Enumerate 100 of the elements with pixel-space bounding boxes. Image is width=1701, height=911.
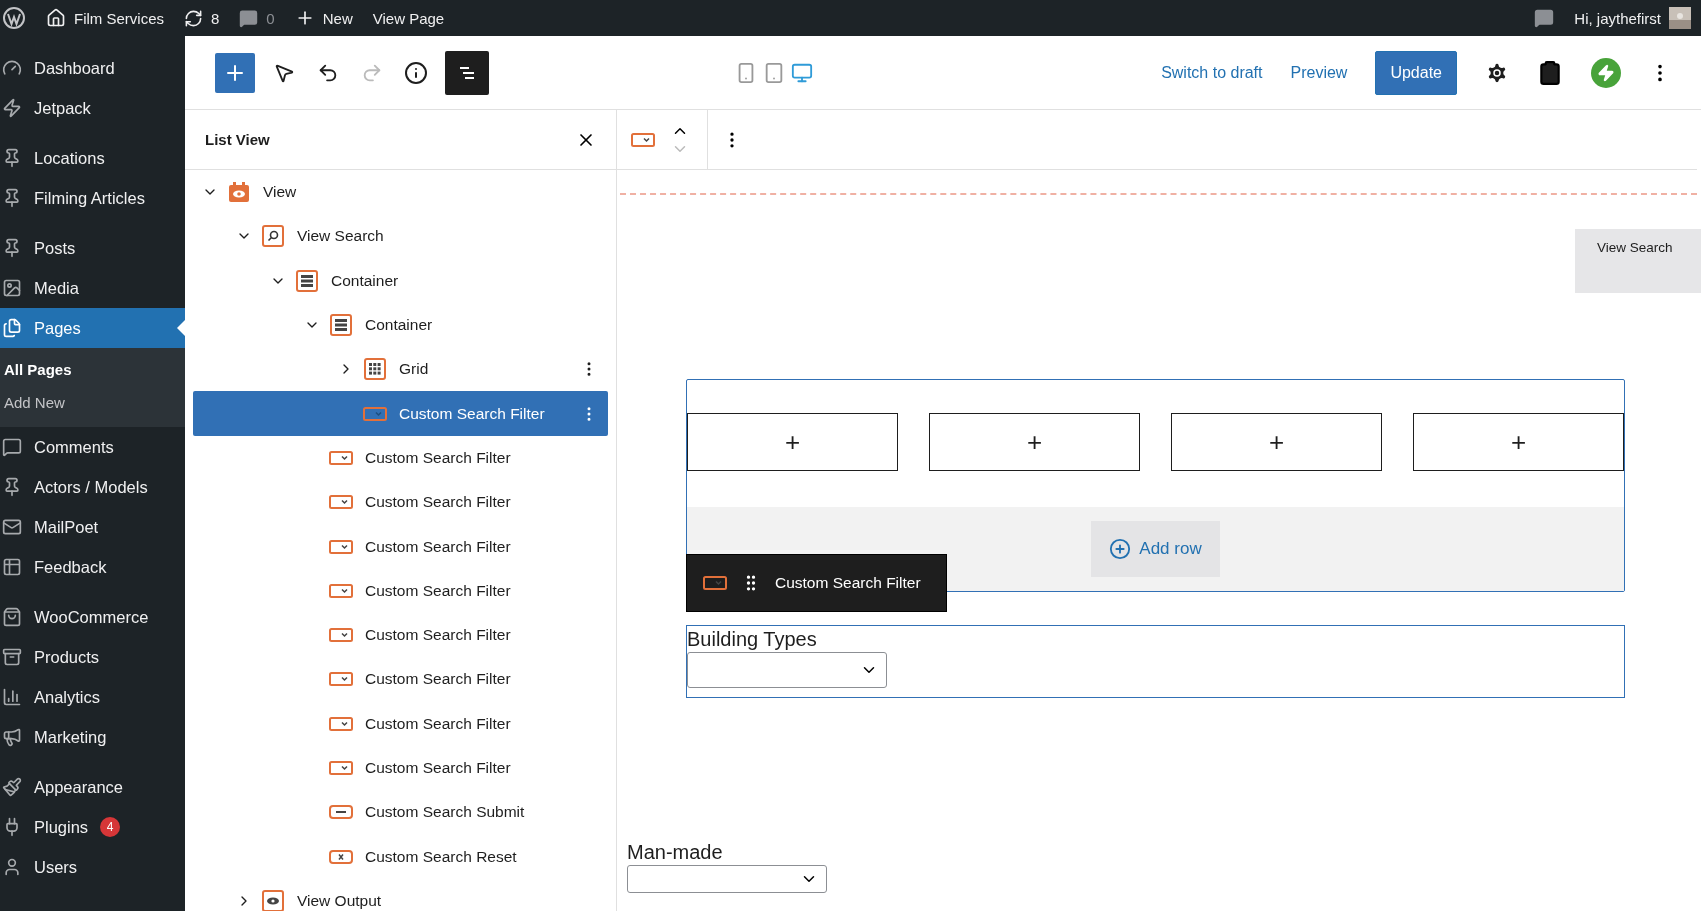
- bolt-badge-icon[interactable]: [1591, 57, 1621, 88]
- add-row-button[interactable]: Add row: [1091, 521, 1220, 577]
- greeting[interactable]: Hi, jaythefirst: [1574, 9, 1661, 27]
- sidebar-item[interactable]: Locations: [0, 138, 185, 178]
- list-view-item[interactable]: Custom Search Filter: [193, 745, 608, 791]
- filter-block[interactable]: Building Types: [686, 625, 1625, 698]
- new-link[interactable]: New: [322, 9, 353, 27]
- sidebar-item[interactable]: Posts: [0, 228, 185, 268]
- list-view-button[interactable]: [445, 50, 489, 95]
- sidebar-item[interactable]: Feedback: [0, 547, 185, 587]
- submenu-item[interactable]: Add New: [0, 386, 185, 419]
- add-block-button[interactable]: [215, 52, 255, 93]
- sidebar-item[interactable]: Plugins 4: [0, 807, 185, 847]
- comments-icon[interactable]: [239, 8, 259, 28]
- updates-icon[interactable]: [184, 8, 203, 28]
- sidebar-item[interactable]: Analytics: [0, 677, 185, 717]
- pin-icon: [2, 477, 22, 497]
- speech-bubble-icon[interactable]: [1534, 8, 1555, 28]
- sidebar-item[interactable]: Appearance: [0, 767, 185, 807]
- archive-icon: [2, 647, 22, 667]
- media-icon: [2, 278, 22, 298]
- mail-icon: [2, 517, 22, 537]
- block-label: Custom Search Filter: [775, 574, 921, 592]
- plus-circle-icon: [1109, 538, 1132, 560]
- monitor-icon[interactable]: [791, 61, 813, 84]
- submenu-item[interactable]: All Pages: [0, 353, 185, 386]
- button-block-icon: [329, 805, 353, 820]
- list-view-item[interactable]: Custom Search Filter: [193, 568, 608, 613]
- switch-to-draft-button[interactable]: Switch to draft: [1161, 63, 1263, 82]
- sidebar-item[interactable]: Comments: [0, 427, 185, 467]
- list-view-item[interactable]: Custom Search Filter: [193, 657, 608, 702]
- sidebar-item[interactable]: Marketing: [0, 717, 185, 757]
- block-tag: View Search: [1575, 229, 1701, 293]
- list-view-item[interactable]: Container: [193, 302, 608, 348]
- bar-chart-icon: [2, 687, 22, 707]
- list-view-item[interactable]: View Search: [193, 214, 608, 259]
- dropdown-block-icon: [329, 628, 353, 643]
- view-page-link[interactable]: View Page: [372, 9, 445, 27]
- clipboard-icon[interactable]: [1537, 59, 1563, 86]
- dropdown-block-icon: [363, 406, 387, 421]
- grid-block-icon: [363, 357, 387, 382]
- sidebar-item[interactable]: MailPoet: [0, 507, 185, 547]
- list-view-item[interactable]: Container: [193, 258, 608, 303]
- update-button[interactable]: Update: [1375, 50, 1457, 95]
- dropdown-field[interactable]: [627, 865, 827, 893]
- dropdown-block-icon: [329, 583, 353, 598]
- dropdown-block-icon: [703, 576, 727, 590]
- add-block-cell[interactable]: +: [1413, 413, 1624, 471]
- pin-icon: [2, 238, 22, 258]
- sidebar-item[interactable]: Actors / Models: [0, 467, 185, 507]
- dropdown-block-icon: [329, 761, 353, 775]
- sidebar-item[interactable]: Users: [0, 847, 185, 887]
- sidebar-item[interactable]: Dashboard: [0, 48, 185, 88]
- comments-count[interactable]: 0: [266, 9, 275, 27]
- table-icon: [2, 557, 22, 577]
- megaphone-icon: [2, 727, 22, 747]
- calendar-eye-icon: [227, 180, 251, 205]
- panel-title: List View: [205, 131, 270, 148]
- list-view-item[interactable]: View Output: [193, 878, 608, 911]
- settings-icon[interactable]: [1485, 60, 1509, 85]
- add-block-cell[interactable]: +: [1171, 413, 1382, 471]
- list-view-item[interactable]: Custom Search Filter: [193, 524, 608, 569]
- wordpress-logo-icon[interactable]: [2, 6, 26, 30]
- filter-block[interactable]: Man-made: [626, 838, 1625, 894]
- pages-icon: [2, 318, 22, 338]
- list-view-item[interactable]: Custom Search Filter: [193, 612, 608, 658]
- list-view-item[interactable]: Grid: [193, 347, 608, 392]
- add-block-cell[interactable]: +: [929, 413, 1140, 471]
- list-view-item[interactable]: View: [193, 170, 608, 215]
- gauge-icon: [2, 58, 22, 78]
- stack-block-icon: [295, 268, 319, 293]
- stack-block-icon: [329, 313, 353, 338]
- pin-icon: [2, 188, 22, 208]
- dropdown-field[interactable]: [687, 652, 887, 688]
- sidebar-item[interactable]: Pages: [0, 308, 185, 348]
- list-view-item[interactable]: Custom Search Filter: [193, 701, 608, 746]
- home-icon[interactable]: [46, 8, 66, 28]
- bolt-icon: [2, 98, 22, 118]
- list-view-item[interactable]: Custom Search Submit: [193, 790, 608, 835]
- preview-button[interactable]: Preview: [1290, 63, 1348, 82]
- tablet-icon[interactable]: [763, 61, 785, 84]
- add-block-cell[interactable]: +: [687, 413, 898, 471]
- dropdown-block-icon: [329, 672, 353, 687]
- list-view-item[interactable]: Custom Search Reset: [193, 834, 608, 879]
- sidebar-item[interactable]: WooCommerce: [0, 597, 185, 637]
- updates-count[interactable]: 8: [211, 9, 220, 27]
- block-label-toolbar[interactable]: Custom Search Filter: [686, 554, 947, 612]
- site-title[interactable]: Film Services: [74, 9, 164, 27]
- sidebar-item[interactable]: Jetpack: [0, 88, 185, 128]
- filter-label: Man-made: [627, 840, 723, 865]
- speech-bubble-icon: [2, 437, 22, 457]
- sidebar-item[interactable]: Media: [0, 268, 185, 308]
- info-icon: [404, 60, 428, 85]
- sidebar-item[interactable]: Products: [0, 637, 185, 677]
- dropdown-block-icon: [329, 716, 353, 731]
- list-view-item[interactable]: Custom Search Filter: [193, 391, 608, 436]
- list-view-item[interactable]: Custom Search Filter: [193, 435, 608, 481]
- sidebar-item[interactable]: Filming Articles: [0, 178, 185, 218]
- list-view-item[interactable]: Custom Search Filter: [193, 480, 608, 525]
- dropdown-block-icon: [329, 495, 353, 510]
